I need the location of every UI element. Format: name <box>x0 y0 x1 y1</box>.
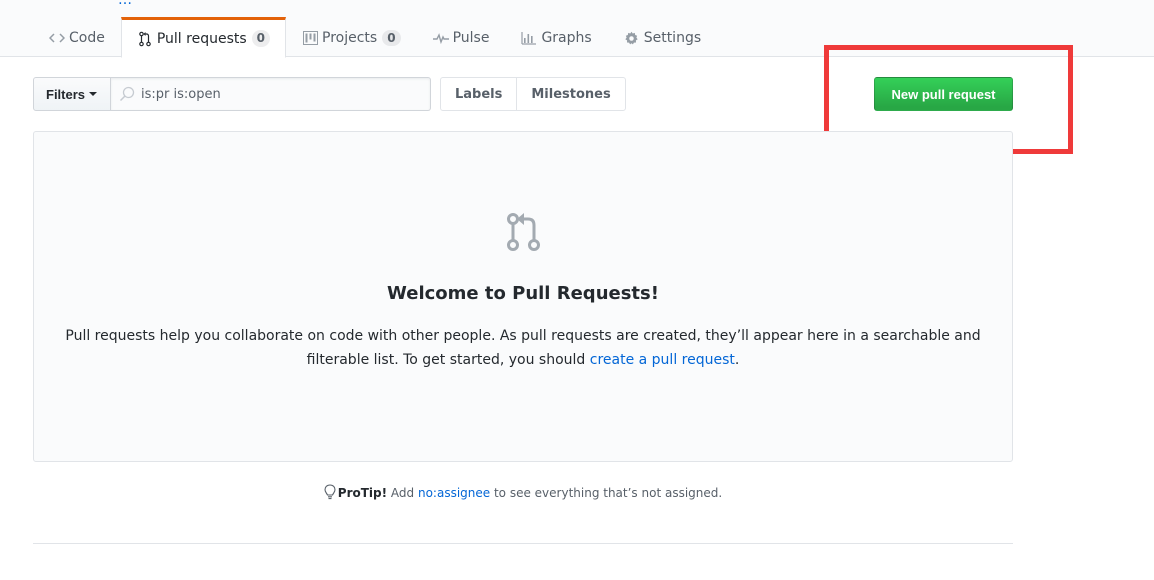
graph-icon <box>521 30 537 46</box>
gear-icon <box>624 30 640 46</box>
protip-label: ProTip! <box>337 486 388 500</box>
repo-nav-tabs: Code Pull requests 0 Projects 0 Pulse Gr… <box>33 17 717 58</box>
tab-graphs[interactable]: Graphs <box>505 17 607 57</box>
blankslate-title: Welcome to Pull Requests! <box>387 283 659 304</box>
blankslate: Welcome to Pull Requests! Pull requests … <box>33 131 1013 462</box>
protip-text-before: Add <box>387 486 418 500</box>
no-assignee-link[interactable]: no:assignee <box>418 486 490 500</box>
tab-label: Settings <box>643 30 702 46</box>
tab-projects[interactable]: Projects 0 <box>286 17 417 57</box>
tab-label: Pulse <box>452 30 490 46</box>
filters-label: Filters <box>46 86 86 102</box>
tab-label: Projects <box>322 30 378 46</box>
tab-code[interactable]: Code <box>33 17 121 57</box>
tab-label: Graphs <box>541 30 592 46</box>
tab-label: Code <box>69 30 105 46</box>
labels-milestones-group: Labels Milestones <box>440 77 626 111</box>
code-icon <box>49 30 65 46</box>
search-input[interactable] <box>141 78 421 110</box>
caret-down-icon <box>89 92 98 96</box>
repo-header: … Code Pull requests 0 Projects 0 Pulse … <box>0 0 1154 58</box>
labels-link[interactable]: Labels <box>441 78 516 110</box>
projects-count: 0 <box>382 29 401 47</box>
light-bulb-icon <box>324 484 336 503</box>
tab-settings[interactable]: Settings <box>608 17 717 57</box>
milestones-link[interactable]: Milestones <box>516 78 624 110</box>
footer-divider <box>33 543 1013 544</box>
protip: ProTip! Add no:assignee to see everythin… <box>0 484 1046 503</box>
create-pull-request-link[interactable]: create a pull request <box>590 352 735 368</box>
tab-pulse[interactable]: Pulse <box>417 17 506 57</box>
project-icon <box>302 30 318 46</box>
tab-label: Pull requests <box>156 30 247 47</box>
git-pull-request-icon <box>507 212 541 256</box>
pulse-icon <box>432 30 449 46</box>
new-pull-request-button[interactable]: New pull request <box>874 77 1013 111</box>
repo-title-truncated[interactable]: … <box>118 0 133 8</box>
filters-dropdown-button[interactable]: Filters <box>33 77 111 111</box>
pull-request-count: 0 <box>251 30 271 47</box>
search-icon <box>119 86 135 106</box>
description-end: . <box>734 352 740 368</box>
protip-text-after: to see everything that’s not assigned. <box>490 486 723 500</box>
tab-pull-requests[interactable]: Pull requests 0 <box>120 17 287 58</box>
blankslate-description: Pull requests help you collaborate on co… <box>64 324 982 372</box>
description-text: Pull requests help you collaborate on co… <box>65 328 981 368</box>
issues-subnav: Filters <box>33 77 431 111</box>
search-box <box>111 77 431 111</box>
git-pull-request-icon <box>137 31 153 47</box>
